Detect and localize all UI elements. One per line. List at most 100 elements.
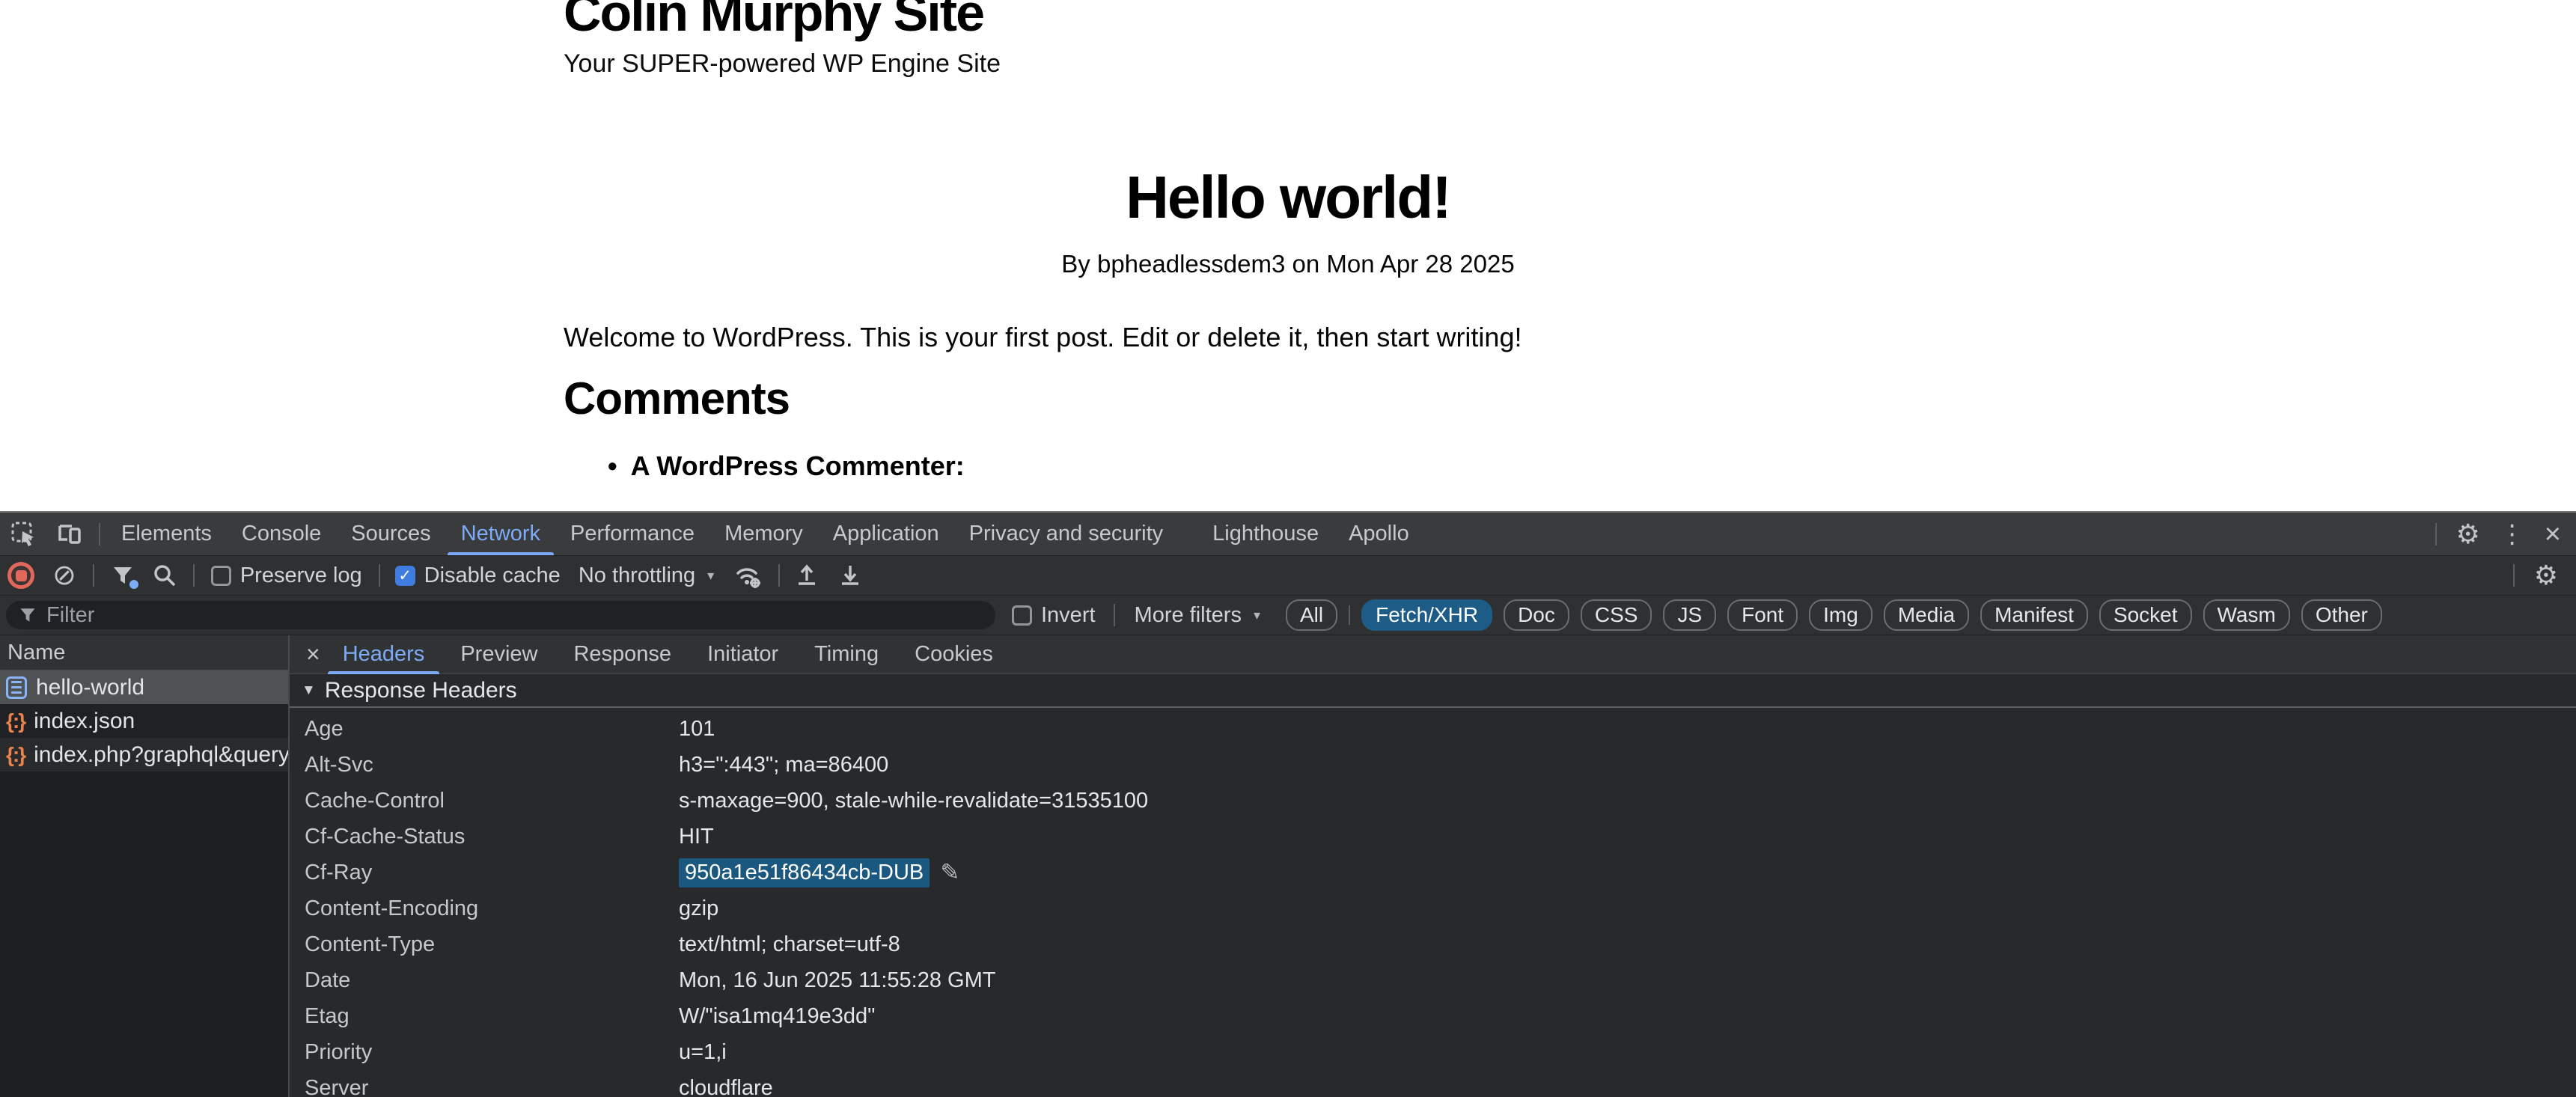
header-value: s-maxage=900, stale-while-revalidate=315…: [679, 789, 1148, 813]
request-row-hello-world[interactable]: hello-world: [0, 670, 288, 704]
header-row-content-encoding: Content-Encoding gzip: [290, 890, 2576, 926]
request-row-index-json[interactable]: {:} index.json: [0, 704, 288, 738]
tab-lighthouse[interactable]: Lighthouse: [1197, 513, 1334, 555]
more-filters-dropdown[interactable]: More filters ▾: [1135, 603, 1260, 628]
tab-network[interactable]: Network: [446, 513, 555, 555]
detail-tab-bar: × Headers Preview Response Initiator Tim…: [290, 635, 2576, 674]
chip-doc[interactable]: Doc: [1504, 599, 1569, 631]
chip-socket[interactable]: Socket: [2099, 599, 2192, 631]
import-har-icon[interactable]: [795, 563, 819, 588]
record-network-log-icon[interactable]: [7, 562, 34, 589]
network-conditions-icon[interactable]: [733, 563, 763, 588]
header-name: Server: [305, 1076, 679, 1097]
site-title: Colin Murphy Site: [564, 0, 983, 39]
detail-tab-timing[interactable]: Timing: [796, 635, 897, 674]
tab-privacy-and-security[interactable]: Privacy and security: [954, 513, 1179, 555]
detail-tab-preview[interactable]: Preview: [442, 635, 555, 674]
divider: [778, 564, 780, 587]
request-list-panel: Name hello-world {:} index.json {:} inde…: [0, 635, 290, 1097]
preserve-log-label[interactable]: Preserve log: [240, 563, 362, 588]
filter-funnel-icon[interactable]: [111, 564, 135, 587]
chip-all[interactable]: All: [1286, 599, 1337, 631]
detail-tab-initiator[interactable]: Initiator: [689, 635, 796, 674]
header-name: Etag: [305, 1004, 679, 1029]
request-name: hello-world: [36, 675, 144, 700]
request-name: index.php?graphql&query=q...: [34, 742, 288, 768]
chip-other[interactable]: Other: [2301, 599, 2382, 631]
json-icon: {:}: [6, 709, 25, 733]
throttling-select[interactable]: No throttling ▾: [579, 563, 714, 588]
comment-list-item: A WordPress Commenter:: [608, 450, 965, 482]
devtools-tab-bar: Elements Console Sources Network Perform…: [0, 513, 2576, 555]
header-name: Date: [305, 968, 679, 993]
post-byline: By bpheadlessdem3 on Mon Apr 28 2025: [0, 250, 2576, 278]
network-settings-gear-icon[interactable]: ⚙: [2534, 562, 2558, 589]
detail-tab-cookies[interactable]: Cookies: [897, 635, 1011, 674]
detail-tab-response[interactable]: Response: [555, 635, 689, 674]
header-row-etag: Etag W/"isa1mq419e3dd": [290, 998, 2576, 1034]
chip-fetch-xhr[interactable]: Fetch/XHR: [1361, 599, 1492, 631]
header-row-priority: Priority u=1,i: [290, 1034, 2576, 1070]
collapse-triangle-icon: ▼: [302, 682, 316, 699]
header-value: text/html; charset=utf-8: [679, 932, 900, 957]
header-name: Age: [305, 717, 679, 742]
divider: [2513, 564, 2515, 587]
highlighted-header-value[interactable]: 950a1e51f86434cb-DUB: [679, 858, 930, 887]
divider: [193, 564, 195, 587]
tab-performance[interactable]: Performance: [555, 513, 709, 555]
preserve-log-checkbox[interactable]: [211, 566, 231, 586]
header-row-cache-control: Cache-Control s-maxage=900, stale-while-…: [290, 783, 2576, 819]
divider: [1349, 605, 1350, 625]
invert-label[interactable]: Invert: [1041, 603, 1096, 628]
search-icon[interactable]: [153, 563, 177, 587]
inspect-element-icon[interactable]: [10, 521, 37, 548]
detail-tab-headers[interactable]: Headers: [325, 635, 443, 674]
name-column-header[interactable]: Name: [0, 635, 288, 670]
post-title: Hello world!: [0, 163, 2576, 232]
divider: [1114, 604, 1115, 626]
clear-network-log-icon[interactable]: ⊘: [52, 561, 76, 590]
header-name: Content-Encoding: [305, 896, 679, 921]
settings-gear-icon[interactable]: ⚙: [2456, 521, 2480, 548]
request-name: index.json: [34, 709, 135, 734]
chevron-down-icon: ▾: [1254, 608, 1260, 623]
header-row-age: Age 101: [290, 711, 2576, 747]
tab-apollo[interactable]: Apollo: [1334, 513, 1424, 555]
throttling-value: No throttling: [579, 563, 695, 588]
header-value: h3=":443"; ma=86400: [679, 753, 888, 777]
filter-input[interactable]: Filter: [6, 601, 995, 629]
chip-manifest[interactable]: Manifest: [1980, 599, 2088, 631]
export-har-icon[interactable]: [838, 563, 862, 588]
chip-font[interactable]: Font: [1727, 599, 1798, 631]
tab-console[interactable]: Console: [227, 513, 336, 555]
header-name: Cache-Control: [305, 789, 679, 813]
post-body: Welcome to WordPress. This is your first…: [564, 322, 1522, 353]
kebab-menu-icon[interactable]: ⋮: [2500, 522, 2525, 547]
header-value: HIT: [679, 825, 714, 849]
tab-elements[interactable]: Elements: [106, 513, 227, 555]
invert-checkbox[interactable]: [1012, 605, 1032, 626]
tab-sources[interactable]: Sources: [336, 513, 445, 555]
chip-img[interactable]: Img: [1809, 599, 1873, 631]
header-value: cloudflare: [679, 1076, 773, 1097]
close-devtools-icon[interactable]: ×: [2545, 520, 2561, 548]
response-headers-section-header[interactable]: ▼ Response Headers: [290, 674, 2576, 708]
header-value: u=1,i: [679, 1040, 727, 1065]
disable-cache-checkbox[interactable]: ✓: [395, 566, 415, 586]
chip-wasm[interactable]: Wasm: [2203, 599, 2290, 631]
chip-js[interactable]: JS: [1663, 599, 1716, 631]
chip-css[interactable]: CSS: [1581, 599, 1652, 631]
network-main-area: Name hello-world {:} index.json {:} inde…: [0, 635, 2576, 1097]
device-toolbar-icon[interactable]: [55, 522, 84, 547]
tab-memory[interactable]: Memory: [709, 513, 818, 555]
header-value: Mon, 16 Jun 2025 11:55:28 GMT: [679, 968, 995, 993]
tab-application[interactable]: Application: [818, 513, 954, 555]
header-name: Content-Type: [305, 932, 679, 957]
edit-pencil-icon[interactable]: ✎: [940, 859, 959, 886]
divider: [93, 564, 94, 587]
request-row-index-php-graphql[interactable]: {:} index.php?graphql&query=q...: [0, 738, 288, 771]
divider: [99, 523, 100, 546]
chip-media[interactable]: Media: [1884, 599, 1969, 631]
disable-cache-label[interactable]: Disable cache: [424, 563, 561, 588]
close-detail-icon[interactable]: ×: [306, 641, 320, 668]
